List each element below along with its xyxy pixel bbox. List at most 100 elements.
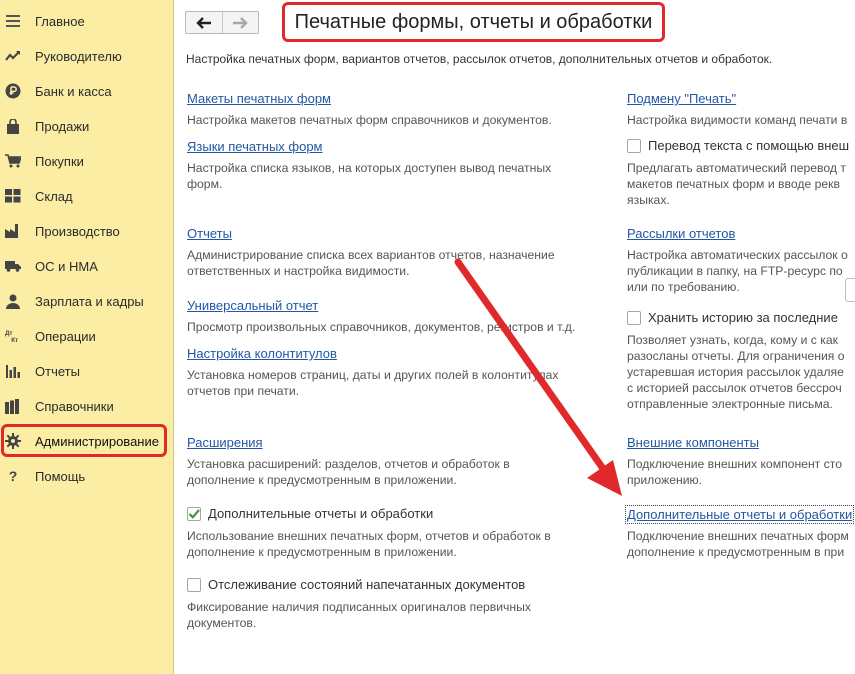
extensions-desc-2: дополнение к предусмотренным в приложени… [187, 473, 457, 487]
sidebar-item-label: Продажи [35, 119, 90, 134]
sidebar-item-help[interactable]: ? Помощь [0, 459, 173, 494]
additional-reports-link[interactable]: Дополнительные отчеты и обработки [624, 505, 855, 524]
sidebar-item-reports[interactable]: Отчеты [0, 354, 173, 389]
printed-docs-tracking-option: Отслеживание состояний напечатанных доку… [187, 577, 525, 592]
print-form-layouts-link[interactable]: Макеты печатных форм [187, 91, 331, 106]
external-components-desc-2: приложению. [627, 473, 703, 487]
extensions-desc-1: Установка расширений: разделов, отчетов … [187, 457, 510, 471]
sidebar-item-production[interactable]: Производство [0, 214, 173, 249]
sidebar-item-main[interactable]: Главное [0, 4, 173, 39]
sidebar-item-sales[interactable]: Продажи [0, 109, 173, 144]
title-highlight: Печатные формы, отчеты и обработки [282, 2, 665, 42]
print-submenu-link[interactable]: Подмену "Печать" [627, 91, 736, 106]
reports-link[interactable]: Отчеты [187, 226, 232, 241]
additional-reports-option: Дополнительные отчеты и обработки [187, 506, 433, 521]
sidebar-item-label: Главное [35, 14, 85, 29]
keep-history-label: Хранить историю за последние [648, 310, 838, 325]
sidebar-item-label: Покупки [35, 154, 84, 169]
ruble-icon [5, 83, 21, 99]
sidebar-item-label: Склад [35, 189, 73, 204]
reports-desc-2: ответственных и настройка видимости. [187, 264, 410, 278]
checkmark-icon [188, 508, 200, 519]
printed-docs-tracking-label: Отслеживание состояний напечатанных доку… [208, 577, 526, 592]
sidebar-item-fixed-assets[interactable]: ОС и НМА [0, 249, 173, 284]
warehouse-icon [5, 188, 21, 204]
keep-history-checkbox[interactable] [627, 310, 641, 325]
page-title: Печатные формы, отчеты и обработки [294, 10, 653, 33]
translation-desc-3: языках. [627, 193, 670, 207]
sidebar-item-label: Отчеты [35, 364, 80, 379]
reports-desc-1: Администрирование списка всех вариантов … [187, 248, 555, 262]
sidebar-item-bank[interactable]: Банк и касса [0, 74, 173, 109]
keep-history-desc-1: Позволяет узнать, когда, кому и с как [627, 333, 838, 347]
history-period-input[interactable] [845, 278, 855, 302]
headers-footers-desc-2: отчетов при печати. [187, 384, 300, 398]
truck-icon [5, 258, 21, 274]
printed-docs-tracking-desc-2: документов. [187, 616, 257, 630]
external-components-desc-1: Подключение внешних компонент сто [627, 457, 842, 471]
report-mailings-desc-1: Настройка автоматических рассылок о [627, 248, 848, 262]
person-icon [5, 293, 21, 309]
universal-report-link[interactable]: Универсальный отчет [187, 298, 318, 313]
report-mailings-desc-2: публикации в папку, на FTP-ресурс по [627, 264, 843, 278]
headers-footers-desc-1: Установка номеров страниц, даты и других… [187, 368, 559, 382]
keep-history-desc-5: отправленные электронные письма. [627, 397, 833, 411]
additional-reports-desc-1: Использование внешних печатных форм, отч… [187, 529, 551, 543]
additional-reports-checkbox[interactable] [187, 506, 201, 521]
page-subtitle: Настройка печатных форм, вариантов отчет… [186, 52, 773, 66]
sidebar-item-label: Зарплата и кадры [35, 294, 144, 309]
keep-history-desc-3: устаревшая история рассылок удаляе [627, 365, 844, 379]
print-form-languages-link[interactable]: Языки печатных форм [187, 139, 323, 154]
arrow-right-icon [233, 16, 248, 29]
cart-icon [5, 153, 21, 169]
universal-report-desc: Просмотр произвольных справочников, доку… [187, 320, 576, 334]
print-form-languages-desc-1: Настройка списка языков, на которых дост… [187, 161, 552, 175]
bag-icon [5, 118, 21, 134]
sidebar-item-label: Справочники [35, 399, 114, 414]
additional-reports-label: Дополнительные отчеты и обработки [208, 506, 434, 521]
translation-desc-1: Предлагать автоматический перевод т [627, 161, 846, 175]
translation-option: Перевод текста с помощью внеш [627, 138, 849, 153]
arrow-left-icon [196, 16, 211, 29]
books-icon [5, 398, 21, 414]
kt-text: Кт [11, 337, 18, 344]
selected-item-highlight [1, 424, 167, 457]
sidebar-item-label: Производство [35, 224, 120, 239]
sidebar-item-purchases[interactable]: Покупки [0, 144, 173, 179]
print-submenu-desc: Настройка видимости команд печати в [627, 113, 848, 127]
headers-footers-link[interactable]: Настройка колонтитулов [187, 346, 337, 361]
external-components-link[interactable]: Внешние компоненты [627, 435, 759, 450]
sidebar-item-label: Руководителю [35, 49, 122, 64]
bar-chart-icon [5, 363, 21, 379]
forward-button[interactable] [221, 12, 259, 33]
translation-checkbox[interactable] [627, 138, 641, 153]
sidebar-item-manager[interactable]: Руководителю [0, 39, 173, 74]
additional-reports-link-desc-2: дополнение к предусмотренным в при [627, 545, 845, 559]
report-mailings-link[interactable]: Рассылки отчетов [627, 226, 735, 241]
trend-icon [5, 48, 21, 64]
keep-history-desc-4: с историей рассылок отчетов бессроч [627, 381, 842, 395]
sidebar-item-catalogs[interactable]: Справочники [0, 389, 173, 424]
translation-label: Перевод текста с помощью внеш [648, 138, 850, 153]
translation-desc-2: макетов печатных форм и вводе рекв [627, 177, 840, 191]
back-button[interactable] [186, 12, 222, 33]
sidebar-item-operations[interactable]: Дт Кт Операции [0, 319, 173, 354]
sidebar: Главное Руководителю Банк и касса Продаж… [0, 0, 174, 674]
sidebar-item-label: Помощь [35, 469, 86, 484]
report-mailings-desc-3: или по требованию. [627, 280, 740, 294]
sidebar-item-label: ОС и НМА [35, 259, 98, 274]
printed-docs-tracking-checkbox[interactable] [187, 577, 201, 592]
sidebar-item-label: Операции [35, 329, 96, 344]
dt-kt-icon: Дт Кт [5, 328, 21, 344]
keep-history-desc-2: разосланы отчеты. Для ограничения о [627, 349, 845, 363]
extensions-link[interactable]: Расширения [187, 435, 263, 450]
print-form-layouts-desc: Настройка макетов печатных форм справочн… [187, 113, 552, 127]
sidebar-item-label: Банк и касса [35, 84, 112, 99]
dt-text: Дт [5, 330, 12, 337]
sidebar-item-warehouse[interactable]: Склад [0, 179, 173, 214]
help-glyph: ? [8, 468, 18, 484]
keep-history-option: Хранить историю за последние [627, 310, 838, 325]
printed-docs-tracking-desc-1: Фиксирование наличия подписанных оригина… [187, 600, 531, 614]
sidebar-item-salary[interactable]: Зарплата и кадры [0, 284, 173, 319]
print-form-languages-desc-2: форм. [187, 177, 223, 191]
